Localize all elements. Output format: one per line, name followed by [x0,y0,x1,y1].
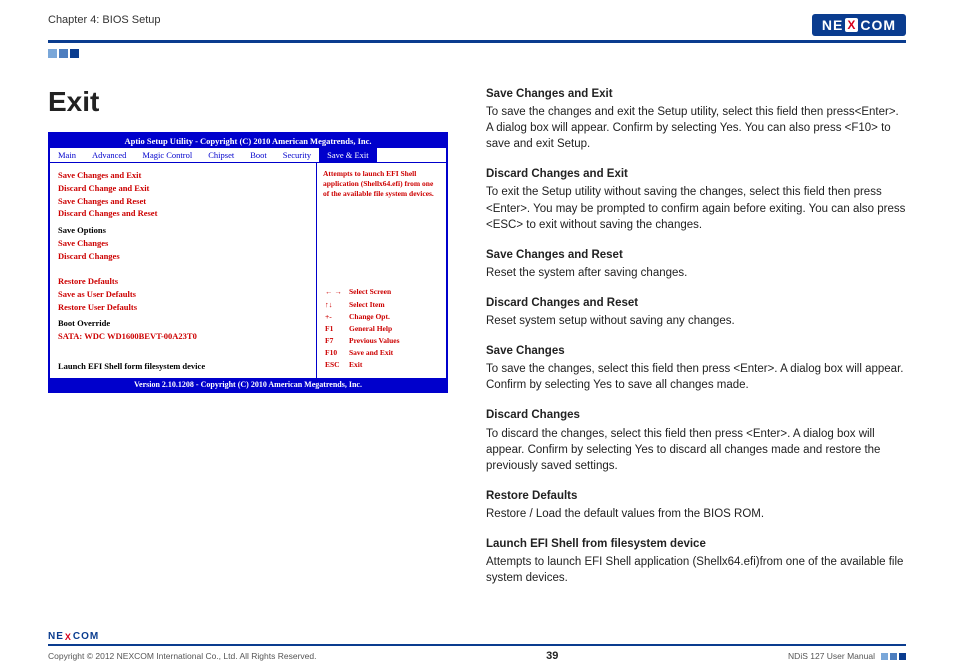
bios-item[interactable]: Discard Changes and Reset [58,207,308,220]
bios-group-label: Save Options [58,224,308,237]
footer-logo: NEXCOM [48,631,906,642]
section-body: To save the changes and exit the Setup u… [486,104,906,152]
bios-item[interactable]: Save Changes and Exit [58,169,308,182]
bios-tab-save-exit[interactable]: Save & Exit [319,148,377,162]
footer-logo-x-icon: X [65,632,72,642]
section-heading: Discard Changes [486,407,906,423]
bios-group-label: Boot Override [58,317,308,330]
bios-item[interactable]: Save Changes and Reset [58,195,308,208]
nexcom-logo: NE X COM [812,14,906,36]
section-heading: Save Changes and Reset [486,247,906,263]
section-body: To discard the changes, select this fiel… [486,426,906,474]
bios-version-bar: Version 2.10.1208 - Copyright (C) 2010 A… [50,378,446,391]
bios-tab-security[interactable]: Security [275,148,319,162]
bios-item[interactable]: Save Changes [58,237,308,250]
section-heading: Restore Defaults [486,488,906,504]
bios-launch-efi[interactable]: Launch EFI Shell form filesystem device [58,360,308,373]
bios-title-bar: Aptio Setup Utility - Copyright (C) 2010… [50,134,446,148]
description-column: Save Changes and Exit To save the changes… [486,86,906,600]
footer-manual: NDiS 127 User Manual [788,651,875,661]
section-body: Reset the system after saving changes. [486,265,906,281]
section-body: Restore / Load the default values from t… [486,506,906,522]
page-number: 39 [546,650,558,662]
bios-key-help: ← →Select Screen ↑↓Select Item +-Change … [323,285,440,372]
bios-tab-advanced[interactable]: Advanced [84,148,134,162]
footer-copyright: Copyright © 2012 NEXCOM International Co… [48,651,316,661]
chapter-title: Chapter 4: BIOS Setup [48,14,161,26]
page-title: Exit [48,86,448,118]
footer-squares-icon [881,653,906,660]
decorative-squares [48,49,906,58]
bios-boot-device[interactable]: SATA: WDC WD1600BEVT-00A23T0 [58,330,308,343]
bios-tab-boot[interactable]: Boot [242,148,275,162]
bios-tabs: Main Advanced Magic Control Chipset Boot… [50,148,446,163]
section-body: Reset system setup without saving any ch… [486,313,906,329]
bios-item[interactable]: Restore Defaults [58,275,308,288]
section-heading: Discard Changes and Reset [486,295,906,311]
section-body: Attempts to launch EFI Shell application… [486,554,906,586]
bios-item[interactable]: Discard Changes [58,250,308,263]
bios-help-text: Attempts to launch EFI Shell application… [323,169,440,199]
section-heading: Launch EFI Shell from filesystem device [486,536,906,552]
bios-tab-main[interactable]: Main [50,148,84,162]
bios-item[interactable]: Save as User Defaults [58,288,308,301]
bios-menu: Save Changes and Exit Discard Change and… [50,163,316,378]
page-footer: NEXCOM Copyright © 2012 NEXCOM Internati… [48,631,906,662]
bios-item[interactable]: Restore User Defaults [58,301,308,314]
bios-item[interactable]: Discard Change and Exit [58,182,308,195]
section-body: To save the changes, select this field t… [486,361,906,393]
section-body: To exit the Setup utility without saving… [486,184,906,232]
header-bar: Chapter 4: BIOS Setup NE X COM [48,14,906,43]
section-heading: Discard Changes and Exit [486,166,906,182]
logo-x-icon: X [845,18,858,32]
section-heading: Save Changes [486,343,906,359]
bios-screenshot: Aptio Setup Utility - Copyright (C) 2010… [48,132,448,393]
section-heading: Save Changes and Exit [486,86,906,102]
bios-tab-magic[interactable]: Magic Control [134,148,200,162]
bios-tab-chipset[interactable]: Chipset [200,148,242,162]
